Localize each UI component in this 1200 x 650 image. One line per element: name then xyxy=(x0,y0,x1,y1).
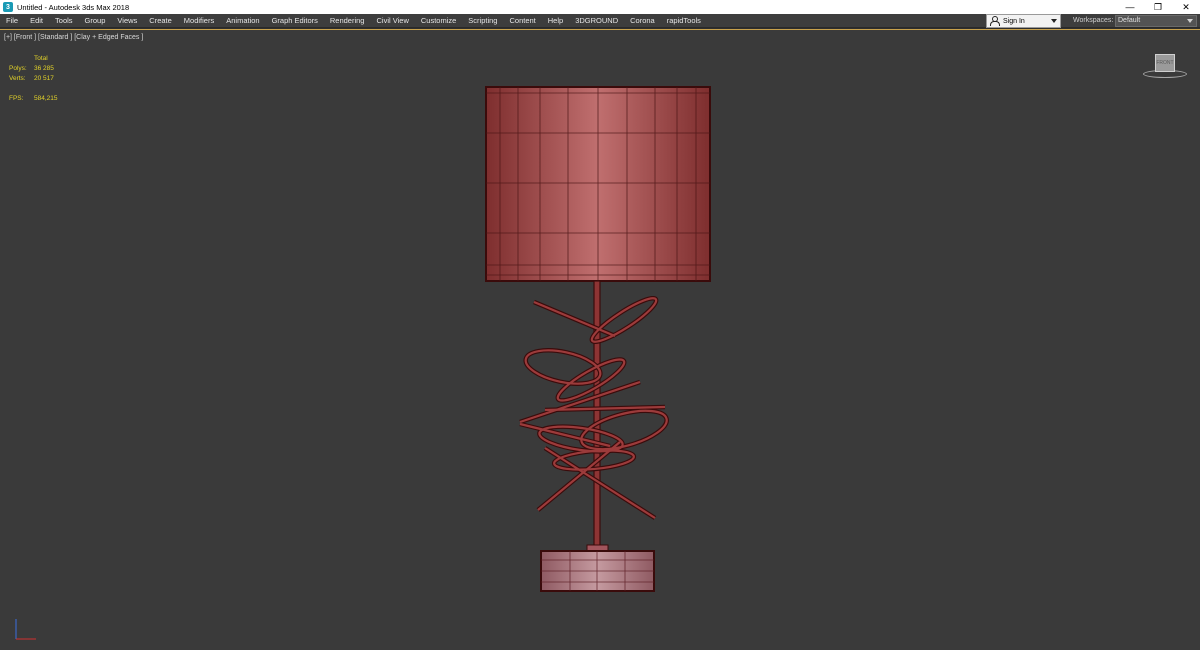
user-icon xyxy=(990,16,1000,26)
close-button[interactable]: ✕ xyxy=(1172,0,1200,14)
menu-graph-editors[interactable]: Graph Editors xyxy=(266,14,324,28)
lamp-base[interactable] xyxy=(540,544,655,592)
window-title: Untitled - Autodesk 3ds Max 2018 xyxy=(17,2,130,12)
menu-group[interactable]: Group xyxy=(79,14,112,28)
lamp-shade[interactable] xyxy=(485,86,711,282)
restore-button[interactable]: ❐ xyxy=(1144,0,1172,14)
menu-edit[interactable]: Edit xyxy=(24,14,49,28)
window-controls: — ❐ ✕ xyxy=(1116,0,1200,14)
menu-file[interactable]: File xyxy=(0,14,24,28)
menu-scripting[interactable]: Scripting xyxy=(462,14,503,28)
workspaces-label: Workspaces: xyxy=(1073,17,1114,24)
lamp-model[interactable] xyxy=(0,30,1200,650)
menu-bar: File Edit Tools Group Views Create Modif… xyxy=(0,14,1200,28)
chevron-down-icon xyxy=(1051,19,1057,23)
menu-help[interactable]: Help xyxy=(542,14,569,28)
menu-tools[interactable]: Tools xyxy=(49,14,79,28)
menu-rendering[interactable]: Rendering xyxy=(324,14,371,28)
menu-modifiers[interactable]: Modifiers xyxy=(178,14,220,28)
menu-views[interactable]: Views xyxy=(111,14,143,28)
workspace-select[interactable]: Default xyxy=(1115,15,1197,27)
chevron-down-icon xyxy=(1187,19,1193,23)
menu-civil-view[interactable]: Civil View xyxy=(370,14,414,28)
menu-content[interactable]: Content xyxy=(503,14,541,28)
menu-3dground[interactable]: 3DGROUND xyxy=(569,14,624,28)
axis-tripod-icon xyxy=(15,619,36,640)
front-viewport[interactable]: [+] [Front ] [Standard ] [Clay + Edged F… xyxy=(0,29,1200,650)
menu-create[interactable]: Create xyxy=(143,14,178,28)
menu-corona[interactable]: Corona xyxy=(624,14,661,28)
minimize-button[interactable]: — xyxy=(1116,0,1144,14)
3ds-max-icon: 3 xyxy=(3,2,13,12)
lamp-stem[interactable] xyxy=(593,280,601,547)
menu-rapidtools[interactable]: rapidTools xyxy=(661,14,707,28)
sign-in-label: Sign In xyxy=(1003,17,1025,25)
workspace-value: Default xyxy=(1118,17,1141,24)
menu-animation[interactable]: Animation xyxy=(220,14,265,28)
title-bar: 3 Untitled - Autodesk 3ds Max 2018 — ❐ ✕ xyxy=(0,0,1200,14)
sign-in-dropdown[interactable]: Sign In xyxy=(986,14,1061,28)
menu-customize[interactable]: Customize xyxy=(415,14,462,28)
